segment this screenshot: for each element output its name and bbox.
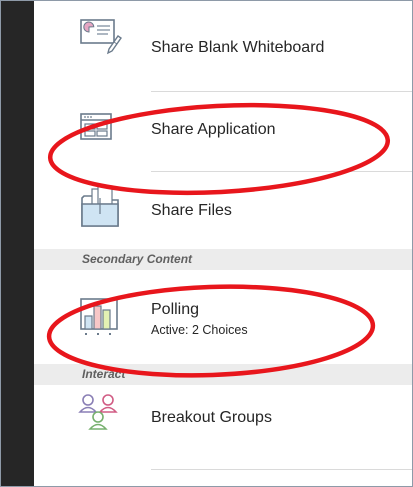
share-content-panel-frame: Share Blank Whiteboard Share Application [0, 0, 413, 487]
share-application-label: Share Application [151, 121, 276, 138]
share-files-item[interactable]: Share Files [34, 172, 412, 249]
application-window-icon [78, 108, 126, 156]
people-group-icon [78, 392, 126, 440]
share-content-panel: Share Blank Whiteboard Share Application [34, 1, 412, 486]
interact-header-label: Interact [82, 367, 126, 381]
polling-status: Active: 2 Choices [151, 323, 248, 337]
share-blank-whiteboard-item[interactable]: Share Blank Whiteboard [34, 1, 412, 91]
interact-header: Interact [34, 364, 412, 385]
share-files-label: Share Files [151, 202, 232, 219]
whiteboard-icon [78, 13, 126, 61]
polling-label: Polling [151, 301, 200, 318]
share-blank-whiteboard-label: Share Blank Whiteboard [151, 39, 325, 56]
share-application-item[interactable]: Share Application [34, 92, 412, 171]
left-rail [1, 1, 34, 486]
breakout-groups-label: Breakout Groups [151, 409, 272, 426]
polling-item[interactable]: Polling Active: 2 Choices [34, 270, 412, 364]
bar-chart-icon [78, 296, 126, 344]
secondary-content-header-label: Secondary Content [82, 252, 193, 266]
breakout-groups-item[interactable]: Breakout Groups [34, 385, 412, 469]
item-divider [151, 469, 412, 470]
secondary-content-header: Secondary Content [34, 249, 412, 270]
folder-icon [78, 184, 126, 232]
